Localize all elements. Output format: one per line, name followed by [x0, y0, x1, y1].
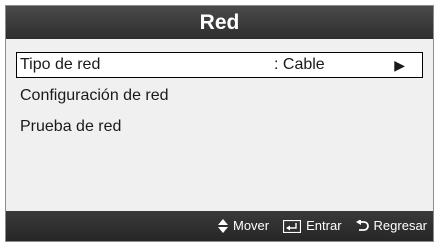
footer-hints: Mover Entrar Regresar — [204, 211, 427, 241]
menu-item-label: Tipo de red — [20, 56, 101, 73]
return-arrow-icon — [355, 219, 369, 233]
dialog-title: Red — [6, 6, 433, 39]
menu-item-prueba-de-red[interactable]: Prueba de red — [16, 114, 423, 140]
network-menu: Tipo de red : Cable ▶ Configuración de r… — [16, 52, 423, 145]
menu-item-tipo-de-red[interactable]: Tipo de red : Cable ▶ — [16, 52, 423, 78]
move-label: Mover — [233, 218, 270, 233]
up-down-arrows-icon — [218, 219, 228, 233]
return-label: Regresar — [373, 218, 427, 233]
menu-item-configuracion-de-red[interactable]: Configuración de red — [16, 83, 423, 109]
menu-item-label: Configuración de red — [20, 87, 169, 104]
move-hint: Mover — [218, 211, 269, 241]
enter-hint: Entrar — [283, 211, 342, 241]
enter-key-icon — [283, 219, 302, 233]
menu-item-label: Prueba de red — [20, 118, 122, 135]
network-dialog: Red Tipo de red : Cable ▶ Configuración … — [5, 5, 434, 242]
network-type-value: : Cable — [274, 56, 325, 73]
enter-label: Entrar — [306, 218, 342, 233]
return-hint: Regresar — [355, 211, 427, 241]
play-triangle-icon: ▶ — [394, 57, 405, 73]
footer-bar: Mover Entrar Regresar — [6, 211, 433, 241]
